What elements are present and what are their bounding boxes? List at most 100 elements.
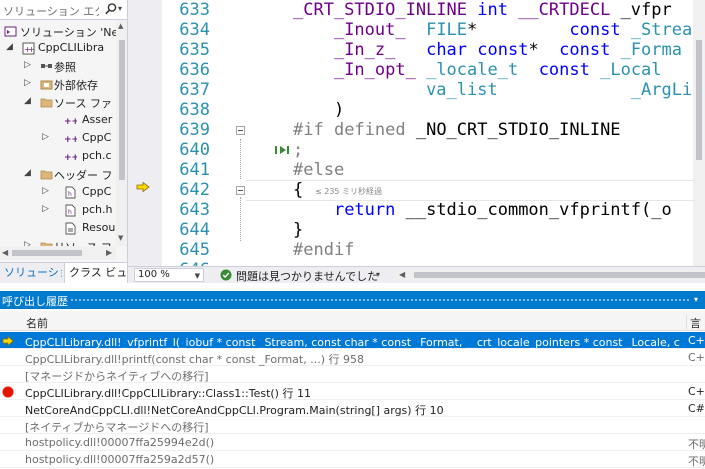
code-token: const: [569, 20, 631, 40]
perf-tip[interactable]: ≤ 235 ミリ秒経過: [315, 186, 382, 197]
call-stack-title-bar[interactable]: 呼び出し履歴 ▾: [0, 291, 705, 309]
scroll-down-icon[interactable]: ▼: [118, 234, 123, 242]
code-token: char const: [426, 40, 529, 60]
line-number: 636: [179, 60, 210, 80]
header-file-icon: h: [65, 204, 76, 217]
code-line[interactable]: #endif: [293, 240, 354, 260]
expanded-arrow-icon[interactable]: ◢: [6, 42, 13, 52]
solution-horizontal-scrollbar[interactable]: ◀ ▶: [0, 246, 116, 260]
zoom-dropdown[interactable]: 100 % ▼: [134, 268, 204, 282]
breakpoint-icon: [2, 386, 14, 398]
frame-name: CppCLILibrary.dll!CppCLILibrary::Class1:…: [25, 387, 311, 400]
tree-item-label: ヘッダー フ: [54, 169, 113, 182]
code-token: _NO_CRT_STDIO_INLINE: [415, 120, 621, 140]
code-token: va_list: [426, 80, 498, 100]
code-token: FILE: [426, 20, 468, 40]
tree-item-label: 参照: [54, 61, 76, 74]
column-header-name[interactable]: 名前: [26, 315, 48, 331]
chevron-down-icon[interactable]: ▾: [376, 270, 380, 279]
scroll-left-icon[interactable]: ◀: [2, 248, 8, 257]
search-icon[interactable]: [104, 2, 118, 16]
solution-search-box[interactable]: ソリューション エクスプ ▾: [0, 0, 127, 20]
call-stack-column-header: 名前 言語: [0, 311, 705, 346]
current-statement-arrow-icon: [136, 182, 150, 192]
tree-item-label: pch.h: [82, 203, 113, 216]
resource-file-icon: [65, 222, 76, 235]
call-stack-row[interactable]: [マネージドからネイティブへの移行]: [0, 366, 705, 383]
code-line[interactable]: va_list _ArgLi: [293, 80, 692, 100]
glyph-margin[interactable]: [128, 0, 162, 266]
scrollbar-thumb[interactable]: [696, 40, 702, 160]
code-line[interactable]: _Inout_ FILE* const _Strea: [293, 20, 692, 40]
call-stack-title: 呼び出し履歴: [2, 295, 68, 308]
call-stack-row[interactable]: [ネイティブからマネージドへの移行]: [0, 417, 705, 434]
call-stack-row[interactable]: CppCLILibrary.dll!_vfprintf_l(_iobuf * c…: [0, 332, 705, 349]
code-line[interactable]: _In_z_ char const* const _Forma: [293, 40, 682, 60]
code-line[interactable]: {: [293, 180, 303, 200]
code-token: _vfpr: [620, 0, 672, 20]
chevron-down-icon[interactable]: ▼: [195, 270, 200, 282]
code-line[interactable]: ): [293, 100, 344, 120]
scroll-up-icon[interactable]: ▲: [118, 22, 123, 30]
frame-name: [マネージドからネイティブへの移行]: [25, 370, 209, 383]
frame-name: hostpolicy.dll!00007ffa259a2d57(): [25, 453, 215, 466]
scrollbar-thumb[interactable]: [119, 40, 125, 180]
call-stack-window: 呼び出し履歴 ▾ 名前 言語 CppCLILibrary.dll!_vfprin…: [0, 283, 705, 469]
code-line[interactable]: ;: [293, 140, 303, 160]
editor-horizontal-scrollbar[interactable]: ◀: [396, 270, 705, 280]
collapsed-arrow-icon[interactable]: ▷: [42, 204, 49, 214]
code-token: const: [538, 60, 601, 80]
cpp-project-icon: ++: [22, 42, 35, 55]
code-editor[interactable]: 6336346356366376386396406416426436446456…: [128, 0, 705, 266]
fold-toggle-icon[interactable]: [236, 126, 245, 135]
header-file-icon: h: [65, 186, 76, 199]
line-number: 643: [179, 200, 210, 220]
code-line[interactable]: _In_opt_ _locale_t const _Local: [293, 60, 662, 80]
code-line[interactable]: #if defined _NO_CRT_STDIO_INLINE: [293, 120, 621, 140]
tab-solution-explorer[interactable]: ソリューショ: [0, 263, 62, 283]
collapsed-arrow-icon[interactable]: ▷: [24, 78, 31, 88]
call-stack-row[interactable]: CppCLILibrary.dll!CppCLILibrary::Class1:…: [0, 383, 705, 400]
collapsed-arrow-icon[interactable]: ▷: [24, 60, 31, 70]
line-number: 633: [179, 0, 210, 20]
code-token: _locale_t: [426, 60, 519, 80]
column-header-language[interactable]: 言語: [686, 315, 705, 346]
code-token: _In_opt_: [333, 60, 427, 80]
chevron-down-icon[interactable]: ▾: [118, 4, 122, 13]
issues-status[interactable]: 問題は見つかりませんでした: [236, 268, 378, 284]
call-stack-row[interactable]: hostpolicy.dll!00007ffa25994e2d() 不明: [0, 434, 705, 451]
collapsed-arrow-icon[interactable]: ▷: [42, 186, 49, 196]
code-token: const: [559, 40, 621, 60]
code-line[interactable]: return __stdio_common_vfprintf(_o: [293, 200, 672, 220]
fold-toggle-icon[interactable]: [236, 186, 245, 195]
run-to-click-icon[interactable]: [274, 145, 292, 155]
code-line[interactable]: #else: [293, 160, 344, 180]
code-token: _Inout_: [333, 20, 427, 40]
scrollbar-thumb[interactable]: [414, 272, 705, 278]
editor-vertical-scrollbar[interactable]: [693, 0, 705, 266]
tab-class-view[interactable]: クラス ビュー: [64, 263, 127, 283]
call-stack-row[interactable]: CppCLILibrary.dll!printf(const char * co…: [0, 349, 705, 366]
code-token: int: [477, 0, 519, 20]
expanded-arrow-icon[interactable]: ◢: [24, 96, 31, 106]
cpp-file-icon: ++: [64, 153, 77, 163]
code-line[interactable]: _CRT_STDIO_INLINE int __CRTDECL _vfpr: [293, 0, 672, 20]
scroll-right-icon[interactable]: ▶: [106, 248, 112, 257]
solution-vertical-scrollbar[interactable]: ▲ ▼: [116, 20, 127, 246]
code-token: #endif: [293, 240, 355, 260]
scroll-left-icon[interactable]: ◀: [399, 270, 405, 279]
collapsed-arrow-icon[interactable]: ▷: [42, 132, 49, 142]
references-icon: [41, 64, 52, 68]
tree-item-label: CppC: [82, 185, 112, 198]
expanded-arrow-icon[interactable]: ◢: [24, 168, 31, 178]
code-token: ;: [293, 140, 304, 160]
chevron-down-icon[interactable]: ▾: [694, 295, 698, 304]
call-stack-row[interactable]: NetCoreAndCppCLI.dll!NetCoreAndCppCLI.Pr…: [0, 400, 705, 417]
scrollbar-thumb[interactable]: [12, 250, 82, 256]
code-line[interactable]: }: [293, 220, 303, 240]
svg-text:++: ++: [64, 153, 77, 163]
call-stack-row[interactable]: hostpolicy.dll!00007ffa259a2d57() 不明: [0, 451, 705, 468]
solution-search-input[interactable]: ソリューション エクスプ: [3, 3, 99, 19]
